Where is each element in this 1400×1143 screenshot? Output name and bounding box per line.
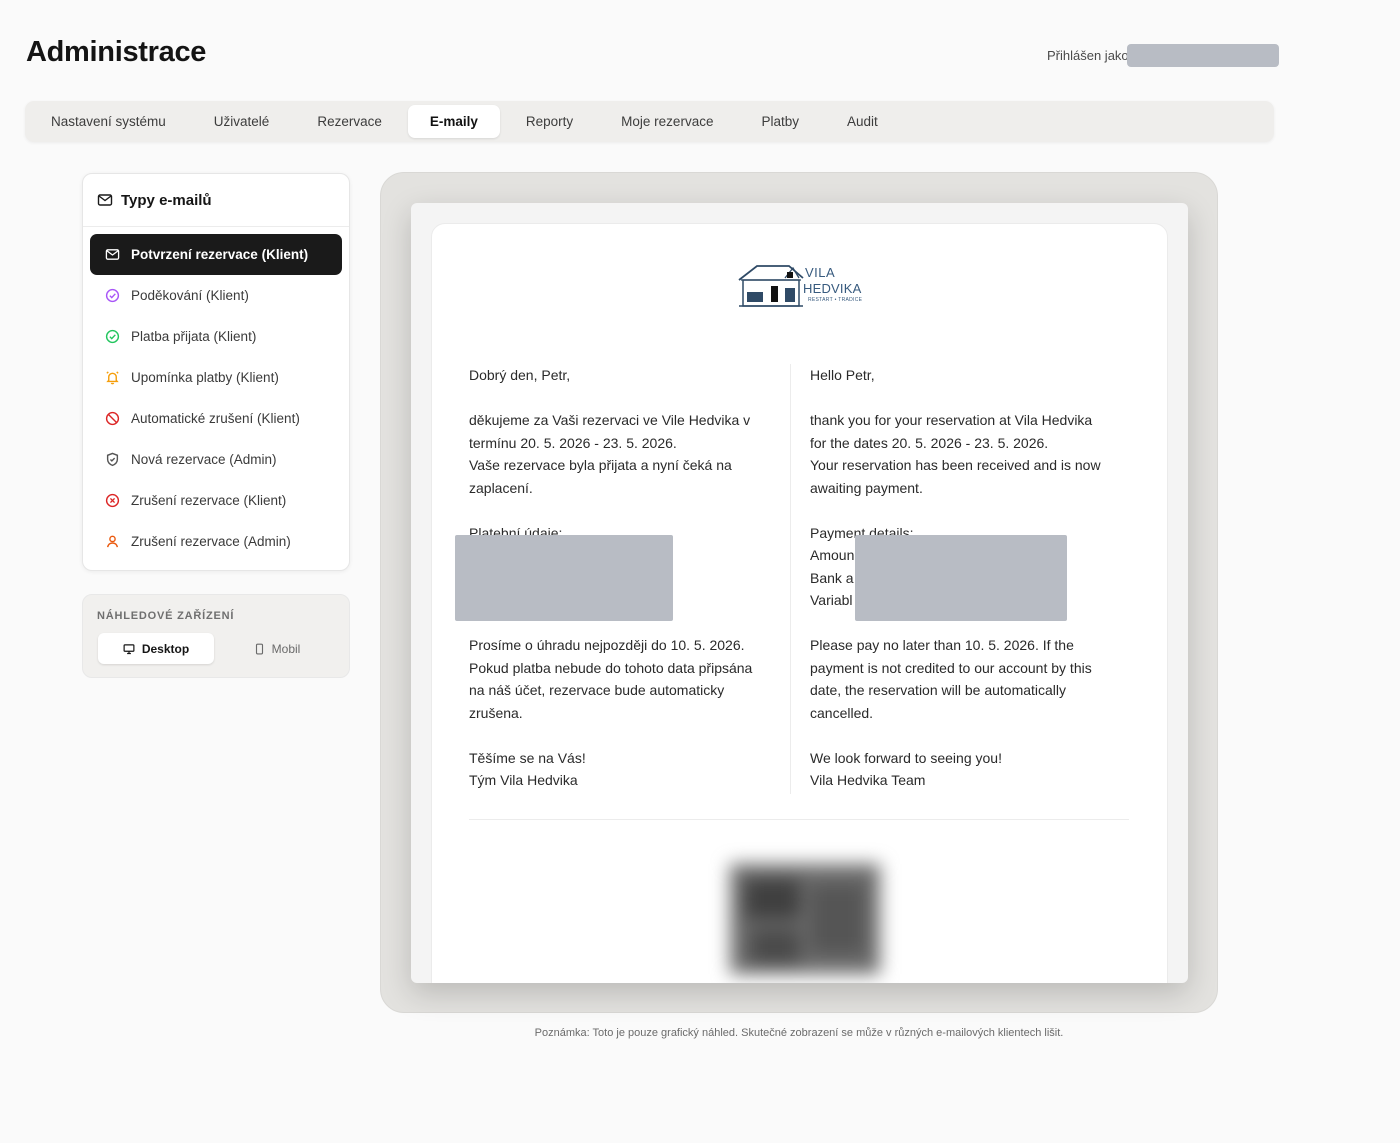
en-paragraph-line: thank you for your reservation at Vila H… (810, 412, 1093, 428)
mail-icon (105, 249, 120, 260)
redacted-username (1126, 43, 1279, 67)
en-paragraph-line: payment is not credited to our account b… (810, 659, 1092, 676)
mobile-button-label: Mobil (271, 641, 301, 656)
house-logo-icon (738, 265, 804, 307)
sidebar-item-label: Nová rezervace (Admin) (131, 452, 277, 467)
email-types-header: Typy e-mailů (83, 174, 349, 227)
bell-icon (106, 371, 119, 385)
logged-in-user: Přihlášen jako (1047, 43, 1279, 67)
sidebar-item-label: Automatické zrušení (Klient) (131, 411, 300, 426)
page-title: Administrace (26, 36, 207, 68)
redacted-payment-details-en (855, 535, 1067, 621)
logo-line-hedvika: HEDVIKA (803, 281, 862, 296)
cz-paragraph-line: na náš účet, rezervace bude automaticky (469, 682, 725, 698)
blurred-footer-image (730, 864, 880, 974)
shield-icon (106, 452, 119, 467)
email-preview-viewport[interactable]: VILA HEDVIKA RESTART • TRADICE Dobrý den… (411, 203, 1188, 983)
redacted-payment-details-cz (455, 535, 673, 621)
sidebar-item-label: Upomínka platby (Klient) (131, 370, 279, 385)
tab-users[interactable]: Uživatelé (192, 105, 292, 138)
en-signature: Vila Hedvika Team (810, 772, 926, 788)
preview-disclaimer-note: Poznámka: Toto je pouze grafický náhled.… (534, 1027, 1064, 1039)
mobile-button[interactable]: Mobil (219, 633, 335, 664)
sidebar-item-payment-reminder-client[interactable]: Upomínka platby (Klient) (90, 357, 342, 398)
preview-device-label: NÁHLEDOVÉ ZAŘÍZENÍ (97, 610, 235, 622)
cz-signature: Tým Vila Hedvika (469, 772, 578, 788)
sidebar-item-payment-received-client[interactable]: Platba přijata (Klient) (90, 316, 342, 357)
cz-closing: Těšíme se na Vás! (469, 749, 586, 766)
en-greeting: Hello Petr, (810, 367, 875, 383)
email-types-panel: Typy e-mailů Potvrzení rezervace (Klient… (82, 173, 350, 571)
en-paragraph-line: date, the reservation will be automatica… (810, 682, 1067, 698)
sidebar-item-label: Potvrzení rezervace (Klient) (131, 247, 309, 262)
en-closing: We look forward to seeing you! (810, 749, 1002, 766)
en-paragraph-line: Please pay no later than 10. 5. 2026. If… (810, 637, 1074, 653)
sidebar-item-reservation-confirmation-client[interactable]: Potvrzení rezervace (Klient) (90, 234, 342, 275)
mail-icon (97, 194, 113, 206)
desktop-button[interactable]: Desktop (98, 633, 214, 664)
sidebar-item-label: Poděkování (Klient) (131, 288, 249, 303)
logged-in-label: Přihlášen jako (1047, 47, 1129, 63)
monitor-icon (123, 643, 135, 654)
cz-paragraph-line: zrušena. (469, 704, 523, 721)
vila-hedvika-logo: VILA HEDVIKA RESTART • TRADICE (737, 260, 865, 312)
tab-audit[interactable]: Audit (825, 105, 900, 138)
smartphone-icon (255, 643, 263, 654)
logo-tagline: RESTART • TRADICE (808, 297, 863, 303)
preview-device-panel: NÁHLEDOVÉ ZAŘÍZENÍ Desktop Mobil (82, 594, 350, 678)
tab-payments[interactable]: Platby (739, 105, 821, 138)
cz-paragraph-line: děkujeme za Vaši rezervaci ve Vile Hedvi… (469, 412, 751, 428)
tab-reservations[interactable]: Rezervace (295, 105, 404, 138)
cz-paragraph-line: zaplacení. (469, 479, 533, 496)
sidebar-item-new-reservation-admin[interactable]: Nová rezervace (Admin) (90, 439, 342, 480)
email-footer-divider (469, 819, 1129, 820)
x-circle-icon (105, 493, 120, 508)
en-paragraph-line: for the dates 20. 5. 2026 - 23. 5. 2026. (810, 434, 1049, 451)
sidebar-item-auto-cancel-client[interactable]: Automatické zrušení (Klient) (90, 398, 342, 439)
sidebar-item-cancel-reservation-client[interactable]: Zrušení rezervace (Klient) (90, 480, 342, 521)
logo-line-vila: VILA (805, 265, 836, 280)
language-column-divider (790, 364, 791, 794)
tab-system-settings[interactable]: Nastavení systému (29, 105, 188, 138)
sidebar-item-thanks-client[interactable]: Poděkování (Klient) (90, 275, 342, 316)
check-circle-icon (105, 288, 120, 303)
cz-greeting: Dobrý den, Petr, (469, 367, 571, 383)
email-preview-frame: VILA HEDVIKA RESTART • TRADICE Dobrý den… (380, 172, 1218, 1013)
cz-paragraph-line: Prosíme o úhradu nejpozději do 10. 5. 20… (469, 637, 745, 653)
ban-icon (105, 411, 120, 426)
desktop-button-label: Desktop (141, 641, 190, 656)
en-paragraph-line: awaiting payment. (810, 479, 923, 496)
check-circle-icon (105, 329, 120, 344)
email-body: VILA HEDVIKA RESTART • TRADICE Dobrý den… (431, 223, 1168, 983)
sidebar-item-cancel-reservation-admin[interactable]: Zrušení rezervace (Admin) (90, 521, 342, 562)
user-icon (106, 535, 119, 548)
tab-reports[interactable]: Reporty (504, 105, 595, 138)
sidebar-item-label: Zrušení rezervace (Klient) (131, 493, 287, 508)
en-paragraph-line: Your reservation has been received and i… (810, 457, 1101, 473)
sidebar-item-label: Zrušení rezervace (Admin) (131, 534, 291, 549)
email-types-title: Typy e-mailů (121, 191, 212, 209)
en-paragraph-line: cancelled. (810, 704, 874, 721)
sidebar-item-label: Platba přijata (Klient) (131, 329, 257, 344)
cz-paragraph-line: Vaše rezervace byla přijata a nyní čeká … (469, 457, 732, 473)
cz-paragraph-line: termínu 20. 5. 2026 - 23. 5. 2026. (469, 434, 677, 451)
tab-my-reservations[interactable]: Moje rezervace (599, 105, 735, 138)
tab-emails[interactable]: E-maily (407, 105, 500, 138)
cz-paragraph-line: Pokud platba nebude do tohoto data přips… (469, 659, 753, 676)
main-tabs: Nastavení systému Uživatelé Rezervace E-… (25, 101, 1274, 142)
